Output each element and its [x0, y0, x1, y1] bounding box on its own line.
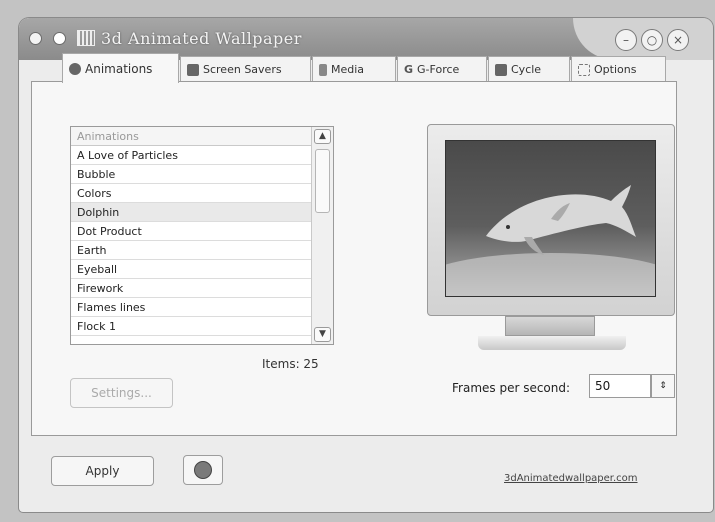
tab-label: Screen Savers — [203, 63, 282, 76]
animations-icon — [69, 62, 81, 75]
list-item[interactable]: Flock 1 — [71, 317, 311, 336]
stop-button[interactable] — [183, 455, 223, 485]
tab-options[interactable]: Options — [571, 56, 666, 82]
minimize-button[interactable]: – — [615, 29, 637, 51]
website-link[interactable]: 3dAnimatedwallpaper.com — [504, 473, 638, 484]
screen-savers-icon — [187, 63, 199, 76]
tab-g-force[interactable]: G G-Force — [397, 56, 487, 82]
list-item[interactable]: Bubble — [71, 165, 311, 184]
app-menu-icon[interactable] — [29, 32, 42, 45]
list-item[interactable]: Flames lines — [71, 298, 311, 317]
close-button[interactable]: × — [667, 29, 689, 51]
list-item[interactable]: Earth — [71, 241, 311, 260]
tab-label: G-Force — [417, 63, 460, 76]
animations-list-items: A Love of Particles Bubble Colors Dolphi… — [71, 146, 311, 336]
cycle-icon — [495, 63, 507, 76]
list-item[interactable]: A Love of Particles — [71, 146, 311, 165]
fps-label: Frames per second: — [452, 381, 571, 395]
tab-media[interactable]: Media — [312, 56, 396, 82]
pin-icon[interactable] — [53, 32, 66, 45]
tab-animations[interactable]: Animations — [62, 53, 179, 83]
tab-label: Options — [594, 63, 637, 76]
maximize-button[interactable]: ○ — [641, 29, 663, 51]
media-icon — [319, 63, 327, 76]
list-item[interactable]: Dot Product — [71, 222, 311, 241]
scroll-up-button[interactable]: ▲ — [314, 129, 331, 144]
scroll-down-button[interactable]: ▼ — [314, 327, 331, 342]
stop-icon — [194, 461, 212, 479]
g-force-icon: G — [404, 63, 414, 76]
list-item[interactable]: Eyeball — [71, 260, 311, 279]
settings-button[interactable]: Settings... — [70, 378, 173, 408]
tab-screen-savers[interactable]: Screen Savers — [180, 56, 311, 82]
window-title: 3d Animated Wallpaper — [101, 29, 302, 48]
monitor-stand — [505, 316, 595, 336]
fps-spinner[interactable]: ⇕ — [651, 374, 675, 398]
options-icon — [578, 63, 590, 76]
list-scrollbar[interactable]: ▲ ▼ — [311, 127, 333, 344]
grid-icon — [77, 30, 95, 46]
list-item[interactable]: Colors — [71, 184, 311, 203]
apply-button[interactable]: Apply — [51, 456, 154, 486]
list-item-selected[interactable]: Dolphin — [71, 203, 311, 222]
scroll-thumb[interactable] — [315, 149, 330, 213]
animations-list[interactable]: Animations A Love of Particles Bubble Co… — [70, 126, 334, 345]
tab-label: Media — [331, 63, 365, 76]
fps-input[interactable]: 50 — [589, 374, 651, 398]
list-header[interactable]: Animations — [71, 127, 311, 146]
list-item[interactable]: Firework — [71, 279, 311, 298]
dolphin-preview-image — [446, 185, 655, 296]
items-count: Items: 25 — [262, 357, 319, 371]
monitor-base — [478, 336, 626, 350]
tab-label: Cycle — [511, 63, 542, 76]
preview-screen — [445, 140, 656, 297]
tab-cycle[interactable]: Cycle — [488, 56, 570, 82]
tab-label: Animations — [85, 61, 153, 76]
